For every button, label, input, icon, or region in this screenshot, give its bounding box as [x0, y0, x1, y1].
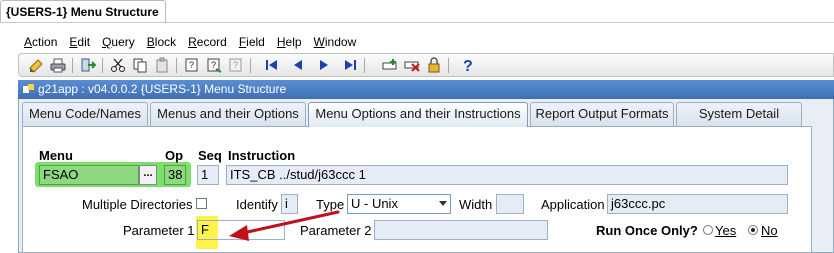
width-label: Width	[459, 197, 493, 212]
toolbar: ? ? ? ?	[18, 53, 834, 77]
toolbar-separator	[448, 58, 449, 73]
op-field[interactable]: 38	[164, 165, 186, 185]
chevron-down-icon[interactable]	[439, 201, 447, 206]
tab-divider	[0, 22, 834, 23]
window-app-icon	[23, 84, 34, 93]
parameter-1-label: Parameter 1	[123, 223, 195, 238]
seq-label: Seq	[198, 148, 222, 163]
menu-field[interactable]: FSAO	[39, 165, 139, 185]
menu-query[interactable]: Query	[96, 33, 141, 51]
annotation-arrow	[229, 210, 340, 241]
menu-help[interactable]: Help	[271, 33, 308, 51]
multiple-directories-label: Multiple Directories	[82, 197, 193, 212]
svg-text:?: ?	[211, 60, 216, 70]
menu-lov-button[interactable]: ...	[139, 165, 157, 185]
seq-field[interactable]: 1	[197, 165, 219, 185]
execute-query-icon[interactable]: ?	[205, 56, 223, 74]
application-label: Application	[541, 197, 605, 212]
parameter-2-field[interactable]	[374, 220, 548, 240]
tab-report-output-formats[interactable]: Report Output Formats	[530, 102, 674, 126]
toolbar-separator	[102, 58, 103, 73]
svg-text:?: ?	[189, 60, 194, 70]
type-select[interactable]: U - Unix	[347, 194, 451, 214]
toolbar-separator	[364, 58, 365, 73]
width-field[interactable]	[496, 194, 524, 214]
svg-text:?: ?	[463, 58, 473, 73]
instruction-label: Instruction	[228, 148, 296, 163]
first-record-icon[interactable]	[263, 56, 281, 74]
enter-query-icon[interactable]: ?	[183, 56, 201, 74]
multiple-directories-checkbox[interactable]	[196, 198, 207, 209]
cut-icon[interactable]	[109, 56, 127, 74]
document-tab[interactable]: {USERS-1} Menu Structure	[0, 0, 166, 22]
tab-menu-options-instructions[interactable]: Menu Options and their Instructions	[308, 102, 528, 127]
type-select-value: U - Unix	[351, 196, 398, 211]
window-title: g21app : v04.0.0.2 {USERS-1} Menu Struct…	[38, 82, 287, 96]
tab-menu-code-names[interactable]: Menu Code/Names	[22, 102, 148, 126]
menubar: Action Edit Query Block Record Field Hel…	[18, 33, 362, 51]
tab-system-detail[interactable]: System Detail	[676, 102, 802, 126]
paste-icon[interactable]	[153, 56, 171, 74]
menu-record[interactable]: Record	[182, 33, 233, 51]
toolbar-separator	[176, 58, 177, 73]
menu-label: Menu	[39, 148, 73, 163]
exit-icon[interactable]	[79, 56, 97, 74]
menu-field[interactable]: Field	[233, 33, 271, 51]
copy-icon[interactable]	[131, 56, 149, 74]
run-once-yes-label: Yes	[715, 223, 737, 238]
svg-text:?: ?	[233, 60, 238, 70]
menu-window[interactable]: Window	[308, 33, 363, 51]
application-field[interactable]: j63ccc.pc	[607, 194, 788, 214]
print-icon[interactable]	[49, 56, 67, 74]
tab-menus-and-options[interactable]: Menus and their Options	[150, 102, 306, 126]
previous-record-icon[interactable]	[289, 56, 307, 74]
window-titlebar: g21app : v04.0.0.2 {USERS-1} Menu Struct…	[18, 80, 834, 99]
lock-record-icon[interactable]	[425, 56, 443, 74]
toolbar-separator	[72, 58, 73, 73]
instruction-field[interactable]: ITS_CB ../stud/j63ccc 1	[226, 165, 788, 185]
save-icon[interactable]	[27, 56, 45, 74]
run-once-no-radio[interactable]	[748, 225, 758, 235]
run-once-yes-radio[interactable]	[703, 225, 713, 235]
menu-action[interactable]: Action	[18, 33, 63, 51]
insert-record-icon[interactable]	[381, 56, 399, 74]
toolbar-separator	[250, 58, 251, 73]
last-record-icon[interactable]	[341, 56, 359, 74]
delete-record-icon[interactable]	[403, 56, 421, 74]
menu-block[interactable]: Block	[141, 33, 182, 51]
help-icon[interactable]: ?	[459, 56, 477, 74]
next-record-icon[interactable]	[315, 56, 333, 74]
menu-edit[interactable]: Edit	[63, 33, 96, 51]
run-once-label: Run Once Only?	[596, 223, 698, 238]
op-label: Op	[165, 148, 184, 163]
run-once-no-label: No	[761, 223, 778, 238]
cancel-query-icon[interactable]: ?	[227, 56, 245, 74]
